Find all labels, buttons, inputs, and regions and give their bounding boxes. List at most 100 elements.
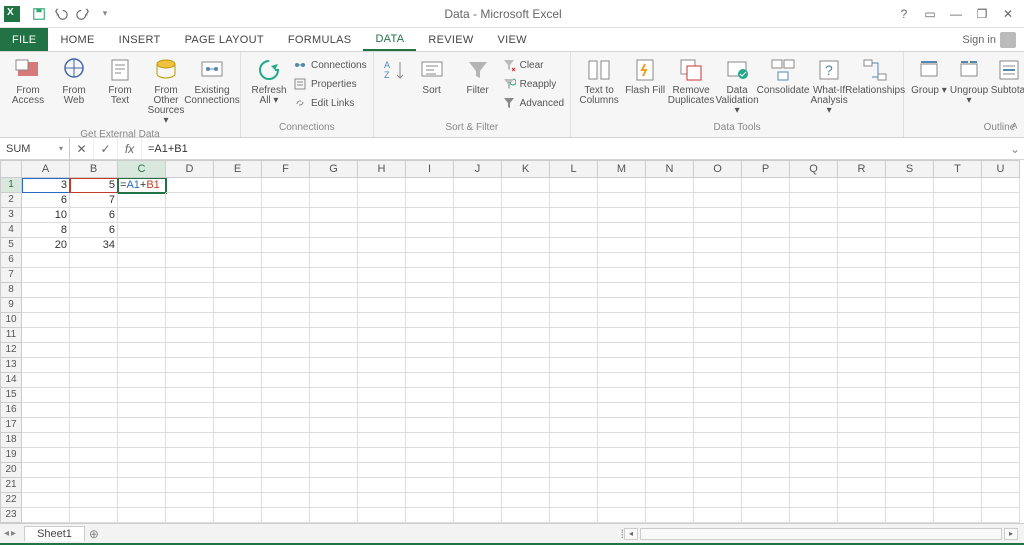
cell[interactable]	[358, 193, 406, 208]
tab-review[interactable]: REVIEW	[416, 28, 485, 51]
scroll-right-icon[interactable]: ▸	[1004, 528, 1018, 540]
row-header[interactable]: 15	[0, 388, 22, 403]
cell[interactable]	[454, 208, 502, 223]
cell[interactable]	[502, 313, 550, 328]
cell[interactable]	[502, 403, 550, 418]
cell[interactable]	[406, 283, 454, 298]
cell[interactable]	[406, 508, 454, 523]
cell[interactable]	[742, 403, 790, 418]
column-header[interactable]: D	[166, 160, 214, 178]
expand-formula-bar-icon[interactable]: ⌄	[1006, 138, 1024, 159]
cell[interactable]	[982, 223, 1020, 238]
cell[interactable]	[214, 358, 262, 373]
cell[interactable]	[262, 373, 310, 388]
cell[interactable]	[646, 298, 694, 313]
cell[interactable]	[694, 373, 742, 388]
cell[interactable]	[886, 268, 934, 283]
cell[interactable]	[838, 493, 886, 508]
cell[interactable]	[742, 463, 790, 478]
cell[interactable]	[454, 328, 502, 343]
formula-input[interactable]: =A1+B1	[142, 138, 1006, 159]
cell[interactable]	[598, 463, 646, 478]
cell[interactable]	[982, 343, 1020, 358]
cell[interactable]	[310, 478, 358, 493]
cell[interactable]	[118, 328, 166, 343]
cell[interactable]	[694, 388, 742, 403]
cell[interactable]	[166, 268, 214, 283]
cell[interactable]	[646, 463, 694, 478]
cell[interactable]	[550, 478, 598, 493]
row-header[interactable]: 7	[0, 268, 22, 283]
undo-icon[interactable]	[52, 5, 70, 23]
cell[interactable]	[310, 358, 358, 373]
cell[interactable]	[982, 328, 1020, 343]
cell[interactable]	[262, 193, 310, 208]
row-header[interactable]: 18	[0, 433, 22, 448]
cell[interactable]	[982, 388, 1020, 403]
cell[interactable]	[310, 493, 358, 508]
cell[interactable]	[358, 373, 406, 388]
cell[interactable]	[406, 298, 454, 313]
cell[interactable]	[406, 478, 454, 493]
cell[interactable]: 10	[22, 208, 70, 223]
cell[interactable]	[982, 253, 1020, 268]
column-header[interactable]: B	[70, 160, 118, 178]
cell[interactable]	[838, 433, 886, 448]
cell[interactable]	[22, 268, 70, 283]
cell[interactable]	[22, 253, 70, 268]
cell[interactable]	[406, 268, 454, 283]
cell[interactable]	[118, 238, 166, 253]
cell[interactable]	[646, 223, 694, 238]
cell[interactable]	[454, 343, 502, 358]
cell[interactable]	[358, 493, 406, 508]
cell[interactable]	[118, 283, 166, 298]
cell[interactable]	[454, 298, 502, 313]
cell[interactable]	[886, 433, 934, 448]
cell[interactable]	[838, 193, 886, 208]
cell[interactable]	[694, 403, 742, 418]
cell[interactable]	[310, 268, 358, 283]
cell[interactable]	[886, 418, 934, 433]
cell[interactable]	[934, 493, 982, 508]
cell[interactable]	[982, 358, 1020, 373]
cell[interactable]	[310, 448, 358, 463]
cell[interactable]	[742, 343, 790, 358]
cell[interactable]	[982, 283, 1020, 298]
cell[interactable]	[790, 388, 838, 403]
cell[interactable]	[550, 268, 598, 283]
cell[interactable]	[166, 253, 214, 268]
cell[interactable]	[454, 253, 502, 268]
cell[interactable]	[166, 298, 214, 313]
cell[interactable]	[550, 493, 598, 508]
cell[interactable]	[358, 418, 406, 433]
cell[interactable]	[214, 448, 262, 463]
cell[interactable]	[886, 328, 934, 343]
row-header[interactable]: 3	[0, 208, 22, 223]
cell[interactable]	[502, 283, 550, 298]
cell[interactable]	[838, 253, 886, 268]
cell[interactable]	[118, 298, 166, 313]
cell[interactable]	[70, 418, 118, 433]
cell[interactable]	[406, 358, 454, 373]
cell[interactable]	[166, 193, 214, 208]
cell[interactable]	[838, 418, 886, 433]
cell[interactable]	[694, 328, 742, 343]
cell[interactable]	[166, 208, 214, 223]
cell[interactable]	[310, 238, 358, 253]
relationships-button[interactable]: Relationships	[853, 54, 897, 98]
cell[interactable]	[742, 268, 790, 283]
cell[interactable]	[694, 463, 742, 478]
cell[interactable]	[742, 448, 790, 463]
cell[interactable]	[166, 493, 214, 508]
cell[interactable]	[694, 223, 742, 238]
cell[interactable]	[550, 193, 598, 208]
cell[interactable]	[214, 193, 262, 208]
cell[interactable]: 34	[70, 238, 118, 253]
cell[interactable]	[934, 283, 982, 298]
cell[interactable]	[934, 373, 982, 388]
cell[interactable]	[214, 313, 262, 328]
cell[interactable]	[646, 478, 694, 493]
cell[interactable]	[550, 433, 598, 448]
column-header[interactable]: R	[838, 160, 886, 178]
tab-page-layout[interactable]: PAGE LAYOUT	[173, 28, 276, 51]
